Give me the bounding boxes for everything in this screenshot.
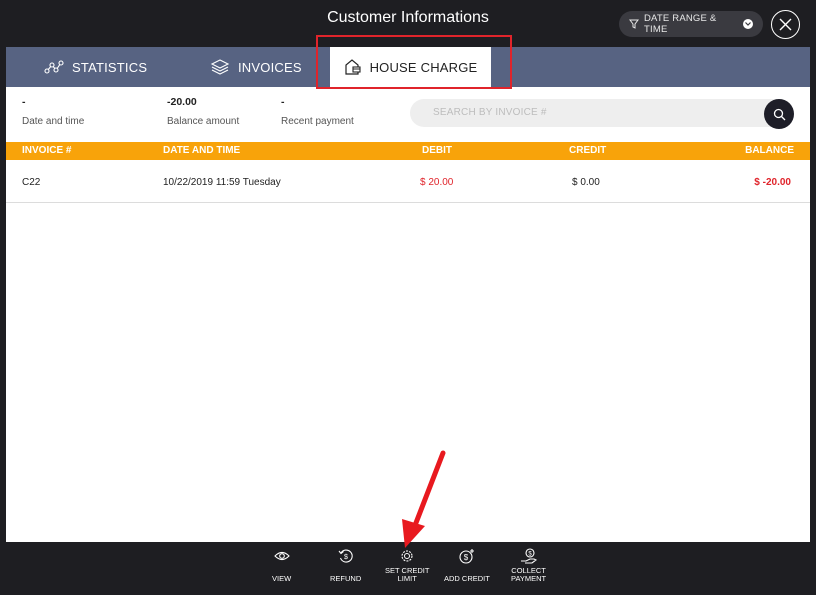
set-credit-limit-label-line2: LIMIT [397,574,417,583]
collect-payment-label-line2: PAYMENT [511,574,547,583]
add-credit-icon: $ [459,549,474,564]
refund-icon: $ [338,549,353,563]
tab-statistics[interactable]: STATISTICS [44,47,147,87]
close-icon [779,18,792,31]
eye-icon [273,551,290,561]
summary-value: - [22,96,26,108]
column-header-debit: DEBIT [422,145,452,156]
summary-label: Recent payment [281,116,354,127]
add-credit-button[interactable]: $ ADD CREDIT [444,548,490,583]
column-header-invoice: INVOICE # [22,145,72,156]
layers-icon [210,59,230,75]
table-row[interactable]: C22 10/22/2019 11:59 Tuesday $ 20.00 $ 0… [6,160,810,203]
summary-date-time: - Date and time [22,96,84,127]
summary-value: - [281,96,285,108]
table-header: INVOICE # DATE AND TIME DEBIT CREDIT BAL… [6,142,810,160]
summary-label: Date and time [22,116,85,127]
action-toolbar: VIEW $ REFUND SET CREDIT LIMIT $ ADD CRE… [6,542,810,595]
set-credit-limit-button[interactable]: SET CREDIT LIMIT [385,548,429,583]
cell-balance: $ -20.00 [754,177,791,188]
hand-coin-icon: $ [520,548,537,564]
svg-text:$: $ [344,554,348,561]
cell-date-time: 10/22/2019 11:59 Tuesday [163,177,281,188]
filter-icon [629,19,639,29]
summary-balance-amount: -20.00 Balance amount [167,96,239,127]
cell-credit: $ 0.00 [572,177,600,188]
chevron-down-icon [743,19,753,29]
svg-text:$: $ [464,553,469,562]
column-header-balance: BALANCE [745,145,794,156]
date-range-label: DATE RANGE & TIME [644,13,717,35]
gear-icon [401,550,413,562]
tab-invoices[interactable]: INVOICES [210,47,302,87]
main-content: - Date and time -20.00 Balance amount - … [6,87,810,542]
search-placeholder: SEARCH BY INVOICE # [433,107,547,118]
view-label: VIEW [272,574,292,583]
summary-recent-payment: - Recent payment [281,96,354,127]
date-range-filter-button[interactable]: DATE RANGE & TIME [619,11,763,37]
search-invoice-input[interactable]: SEARCH BY INVOICE # [410,99,794,127]
summary-value: -20.00 [167,96,197,108]
column-header-date-time: DATE AND TIME [163,145,241,156]
annotation-highlight-box [316,35,512,89]
search-icon [773,108,785,120]
app-window: Customer Informations DATE RANGE & TIME … [0,0,816,595]
tab-statistics-label: STATISTICS [72,59,148,75]
view-button[interactable]: VIEW [272,548,291,583]
close-button[interactable] [771,10,800,39]
tab-invoices-label: INVOICES [238,59,302,75]
cell-invoice: C22 [22,177,41,188]
summary-label: Balance amount [167,116,240,127]
cell-debit: $ 20.00 [420,177,454,188]
collect-payment-button[interactable]: $ COLLECT PAYMENT [511,548,546,583]
refund-label: REFUND [330,574,362,583]
add-credit-label: ADD CREDIT [444,574,490,583]
search-button[interactable] [764,99,794,129]
refund-button[interactable]: $ REFUND [330,548,361,583]
statistics-icon [44,60,64,74]
column-header-credit: CREDIT [569,145,607,156]
